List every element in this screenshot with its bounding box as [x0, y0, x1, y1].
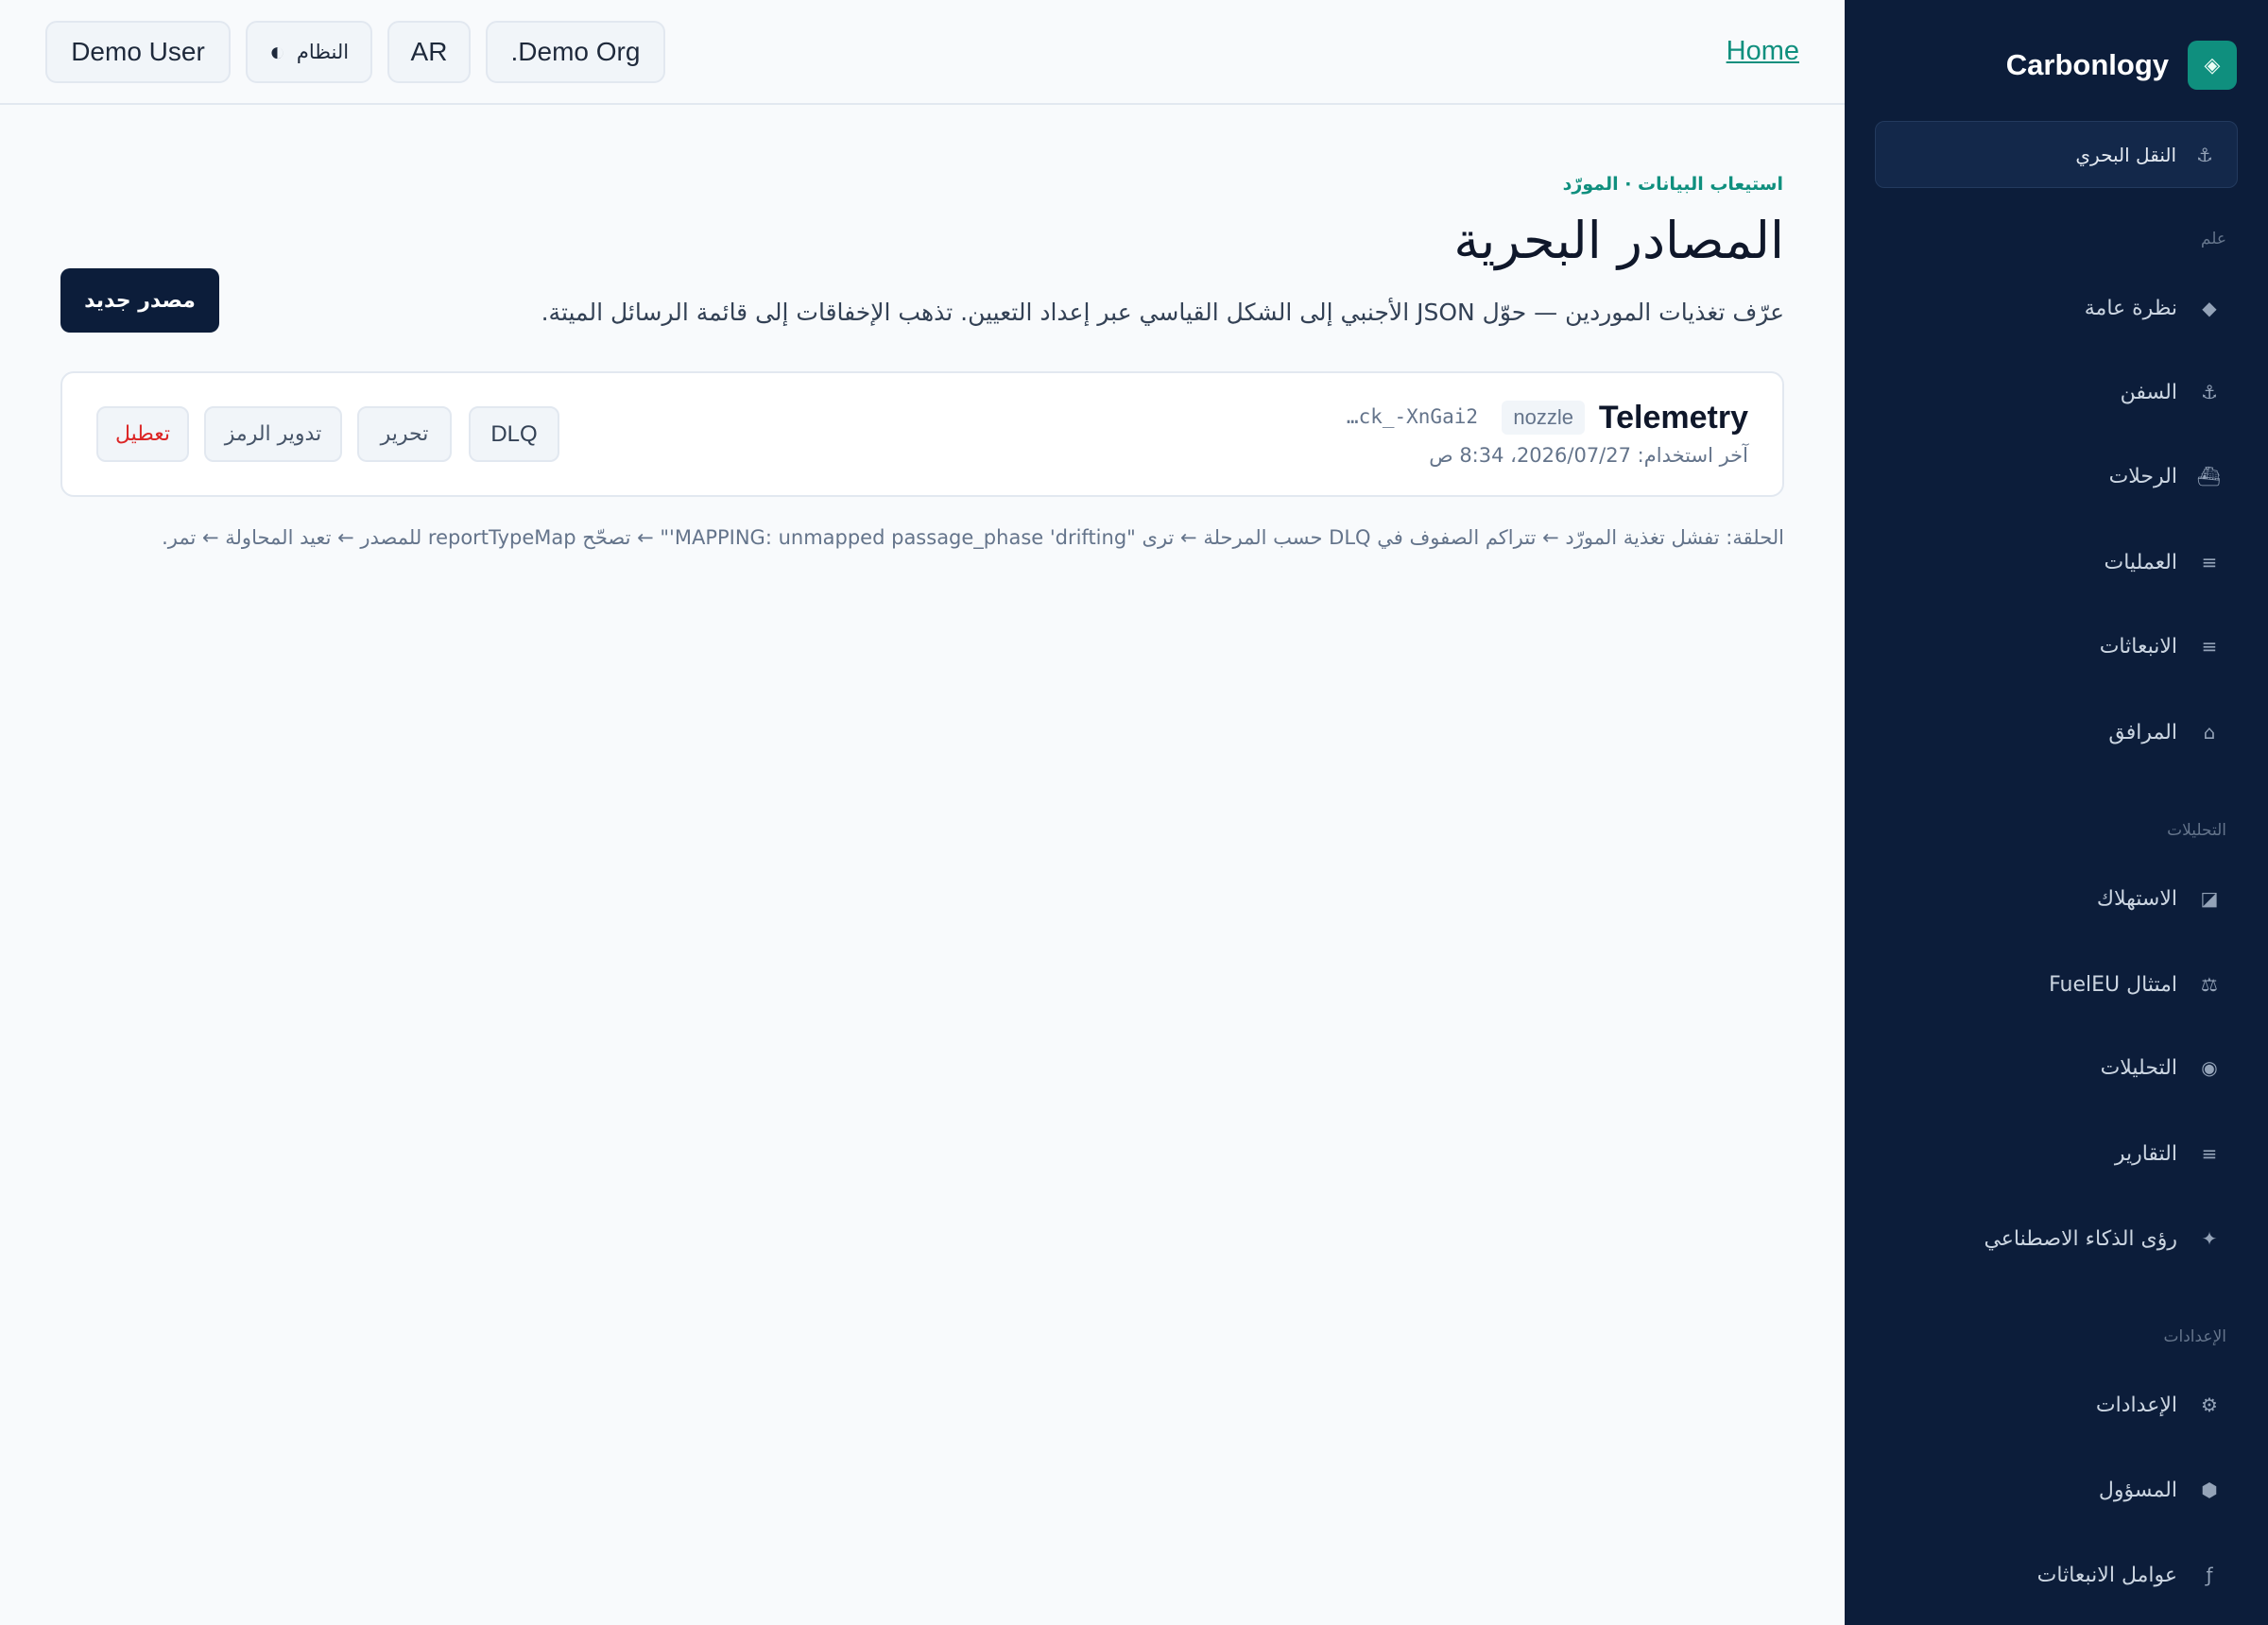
list-icon: ≡ — [2201, 635, 2218, 658]
sidebar-item-label: امتثال FuelEU — [2049, 972, 2177, 997]
home-link[interactable]: Home — [1727, 36, 1799, 67]
ship-icon: ⛴ — [2196, 465, 2221, 488]
language-button[interactable]: AR — [387, 21, 471, 83]
loop-help-text: الحلقة: تفشل تغذية المورّد ← تتراكم الصف… — [162, 526, 1784, 549]
gauge-icon: ◪ — [2200, 887, 2219, 910]
brand-name: Carbonlogy — [2005, 48, 2169, 81]
theme-label: النظام — [296, 41, 350, 63]
page-description: عرّف تغذيات الموردين — حوّل JSON الأجنبي… — [541, 299, 1784, 326]
section-label-analytics: التحليلات — [2167, 821, 2226, 840]
top-bar: Demo User النظام ◐ AR .Demo Org Home — [0, 0, 1845, 105]
sidebar-item-consumption[interactable]: ◪ الاستهلاك — [1875, 870, 2238, 927]
hexagon-icon: ⬢ — [2201, 1479, 2218, 1501]
rotate-token-button[interactable]: تدوير الرمز — [204, 406, 342, 462]
sidebar-item-facilities[interactable]: ⌂ المرافق — [1875, 704, 2238, 761]
section-label-settings: الإعدادات — [2163, 1327, 2226, 1346]
sidebar-item-fueleu[interactable]: ⚖ امتثال FuelEU — [1875, 956, 2238, 1013]
home-icon: ⌂ — [2203, 721, 2216, 744]
source-name: Telemetry — [1598, 400, 1748, 436]
anchor-icon: ⚓ — [2196, 143, 2213, 166]
language-label: AR — [410, 37, 448, 66]
sidebar-item-admin[interactable]: ⬢ المسؤول — [1875, 1462, 2238, 1518]
sidebar-item-label: الإعدادات — [2095, 1393, 2177, 1417]
section-label-general: علم — [2200, 230, 2226, 248]
sidebar: ◈ Carbonlogy ⚓ النقل البحري علم ◆ نظرة ع… — [1845, 0, 2268, 1625]
sidebar-item-operations[interactable]: ≡ العمليات — [1875, 534, 2238, 590]
page-title: المصادر البحرية — [1453, 211, 1784, 270]
main-content: استيعاب البيانات · المورّد المصادر البحر… — [0, 105, 1845, 1625]
sidebar-item-overview[interactable]: ◆ نظرة عامة — [1875, 280, 2238, 336]
sidebar-item-emission-factors[interactable]: ƒ عوامل الانبعاثات — [1875, 1547, 2238, 1603]
org-switcher-button[interactable]: .Demo Org — [486, 21, 665, 83]
sidebar-item-label: الاستهلاك — [2096, 886, 2177, 911]
target-icon: ◉ — [2201, 1056, 2218, 1079]
sidebar-item-reports[interactable]: ≡ التقارير — [1875, 1125, 2238, 1182]
source-token: …ck_-XnGai2 — [1346, 405, 1478, 428]
sidebar-item-label: العمليات — [2104, 550, 2177, 574]
sidebar-item-label: التحليلات — [2100, 1055, 2177, 1080]
user-name: Demo User — [71, 37, 205, 66]
brand-logo-icon: ◈ — [2188, 41, 2237, 90]
sidebar-item-voyages[interactable]: ⛴ الرحلات — [1875, 448, 2238, 505]
function-icon: ƒ — [2206, 1564, 2213, 1586]
new-source-button[interactable]: مصدر جديد — [60, 268, 219, 333]
gear-icon: ⚙ — [2201, 1394, 2218, 1416]
list-icon: ≡ — [2201, 1142, 2218, 1165]
diamond-icon: ◆ — [2202, 297, 2217, 319]
breadcrumb: استيعاب البيانات · المورّد — [1562, 174, 1783, 195]
edit-button[interactable]: تحرير — [357, 406, 452, 462]
sidebar-item-emissions[interactable]: ≡ الانبعاثات — [1875, 618, 2238, 675]
last-used-timestamp: آخر استخدام: 2026/07/27، 8:34 ص — [1429, 444, 1748, 467]
sidebar-item-label: رؤى الذكاء الاصطناعي — [1984, 1226, 2177, 1251]
sidebar-item-maritime[interactable]: ⚓ النقل البحري — [1875, 121, 2238, 188]
anchor-icon: ⚓ — [2201, 381, 2218, 403]
sidebar-item-label: الانبعاثات — [2099, 634, 2177, 659]
sidebar-item-label: السفن — [2120, 380, 2177, 404]
list-icon: ≡ — [2201, 551, 2218, 573]
contrast-icon: ◐ — [268, 37, 285, 66]
sidebar-item-label: الرحلات — [2108, 464, 2177, 488]
sidebar-item-ai-insights[interactable]: ✦ رؤى الذكاء الاصطناعي — [1875, 1210, 2238, 1267]
sidebar-item-label: النقل البحري — [2075, 143, 2176, 166]
dlq-button[interactable]: DLQ — [469, 406, 559, 462]
source-tag: nozzle — [1502, 401, 1585, 435]
sidebar-item-label: المسؤول — [2098, 1478, 2177, 1502]
sidebar-item-label: نظرة عامة — [2084, 296, 2177, 320]
sidebar-item-label: التقارير — [2114, 1141, 2177, 1166]
sidebar-item-vessels[interactable]: ⚓ السفن — [1875, 364, 2238, 420]
sidebar-item-label: المرافق — [2108, 720, 2177, 744]
source-card: Telemetry nozzle …ck_-XnGai2 آخر استخدام… — [60, 371, 1784, 497]
org-name: .Demo Org — [510, 37, 641, 66]
user-menu-button[interactable]: Demo User — [45, 21, 231, 83]
disable-button[interactable]: تعطيل — [96, 406, 189, 462]
sidebar-item-settings[interactable]: ⚙ الإعدادات — [1875, 1377, 2238, 1433]
theme-toggle-button[interactable]: النظام ◐ — [246, 21, 372, 83]
sidebar-item-analytics[interactable]: ◉ التحليلات — [1875, 1039, 2238, 1096]
sidebar-item-label: عوامل الانبعاثات — [2036, 1563, 2177, 1587]
sparkle-icon: ✦ — [2201, 1227, 2218, 1250]
scale-icon: ⚖ — [2201, 973, 2218, 996]
brand[interactable]: ◈ Carbonlogy — [2006, 41, 2237, 90]
